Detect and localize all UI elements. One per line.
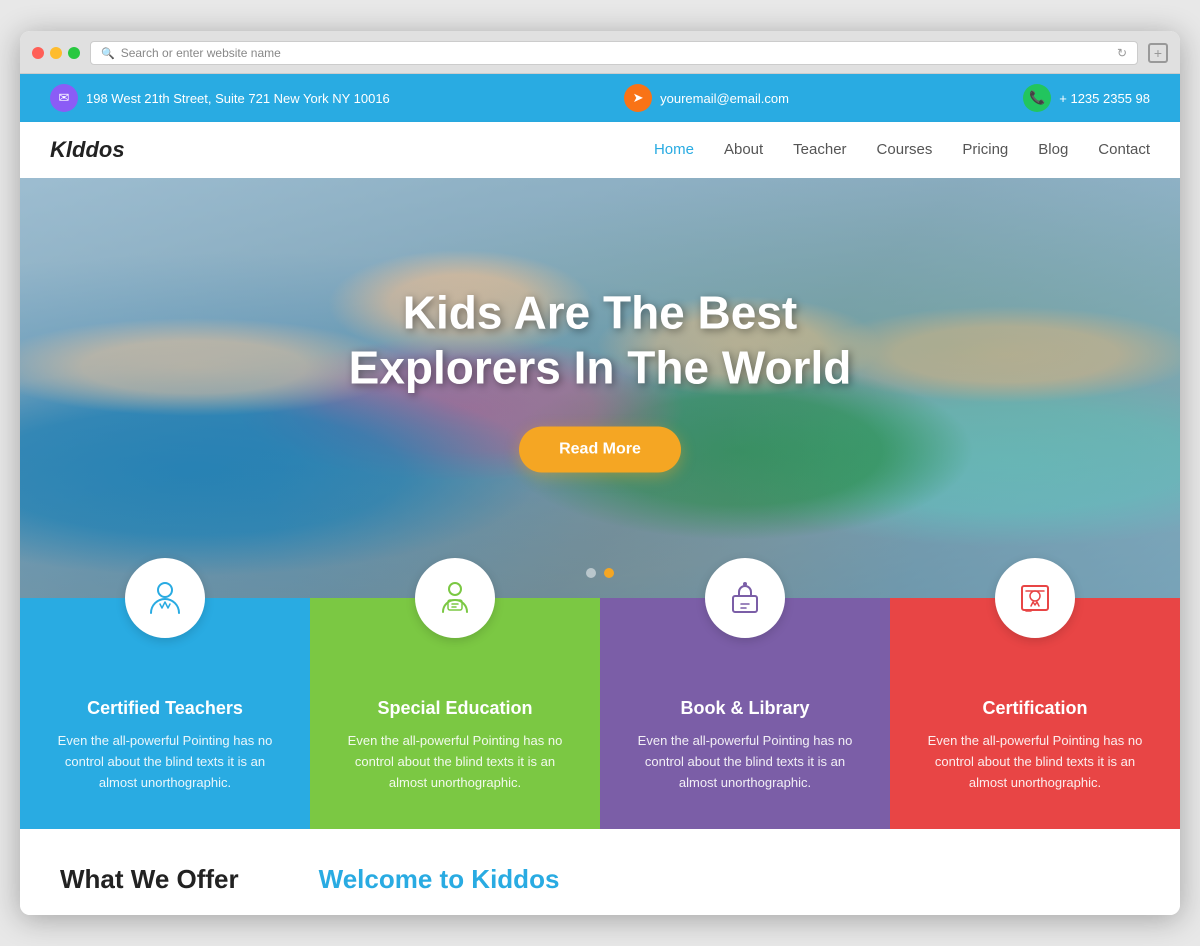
hero-slider-dots [586,568,614,578]
nav-link-courses[interactable]: Courses [877,141,933,158]
new-tab-button[interactable]: + [1148,43,1168,63]
nav-links: Home About Teacher Courses Pricing Blog … [654,141,1150,159]
hero-content: Kids Are The Best Explorers In The World… [250,286,950,472]
search-icon: 🔍 [101,47,115,60]
address-bar[interactable]: 🔍 Search or enter website name ↻ [90,41,1138,65]
nav-link-blog[interactable]: Blog [1038,141,1068,158]
slider-dot-1[interactable] [586,568,596,578]
feature-text-library: Even the all-powerful Pointing has no co… [630,731,860,793]
maximize-dot[interactable] [68,47,80,59]
feature-card-education: Special Education Even the all-powerful … [310,598,600,828]
hero-title: Kids Are The Best Explorers In The World [250,286,950,396]
hero-section: Kids Are The Best Explorers In The World… [20,178,1180,598]
navbar: Klddos Home About Teacher Courses Pricin… [20,122,1180,178]
address-text: Search or enter website name [121,46,1111,60]
feature-text-certification: Even the all-powerful Pointing has no co… [920,731,1150,793]
phone-icon: 📞 [1023,84,1051,112]
phone-text: + 1235 2355 98 [1059,91,1150,106]
feature-text-education: Even the all-powerful Pointing has no co… [340,731,570,793]
welcome-title: Welcome to Kiddos [319,864,560,895]
what-we-offer-title: What We Offer [60,864,239,895]
hero-title-line1: Kids Are The Best [403,287,798,339]
feature-card-teachers: Certified Teachers Even the all-powerful… [20,598,310,828]
nav-item-courses[interactable]: Courses [877,141,933,159]
feature-card-certification: Certification Even the all-powerful Poin… [890,598,1180,828]
feature-title-certification: Certification [920,698,1150,719]
nav-link-home[interactable]: Home [654,141,694,158]
nav-item-teacher[interactable]: Teacher [793,141,846,159]
nav-item-blog[interactable]: Blog [1038,141,1068,159]
top-info-bar: ✉ 198 West 21th Street, Suite 721 New Yo… [20,74,1180,122]
email-icon: ➤ [624,84,652,112]
feature-title-library: Book & Library [630,698,860,719]
address-text: 198 West 21th Street, Suite 721 New York… [86,91,390,106]
nav-link-teacher[interactable]: Teacher [793,141,846,158]
nav-item-pricing[interactable]: Pricing [962,141,1008,159]
slider-dot-2[interactable] [604,568,614,578]
address-item: ✉ 198 West 21th Street, Suite 721 New Yo… [50,84,390,112]
nav-item-home[interactable]: Home [654,141,694,159]
feature-card-library: Book & Library Even the all-powerful Poi… [600,598,890,828]
education-icon-circle [415,558,495,638]
nav-item-about[interactable]: About [724,141,763,159]
certification-icon-circle [995,558,1075,638]
email-text: youremail@email.com [660,91,789,106]
close-dot[interactable] [32,47,44,59]
feature-title-teachers: Certified Teachers [50,698,280,719]
nav-link-contact[interactable]: Contact [1098,141,1150,158]
library-icon-circle [705,558,785,638]
hero-title-line2: Explorers In The World [349,342,852,394]
library-icon [725,578,765,618]
phone-item: 📞 + 1235 2355 98 [1023,84,1150,112]
logo[interactable]: Klddos [50,137,125,163]
nav-link-pricing[interactable]: Pricing [962,141,1008,158]
nav-item-contact[interactable]: Contact [1098,141,1150,159]
browser-window: 🔍 Search or enter website name ↻ + ✉ 198… [20,31,1180,914]
nav-link-about[interactable]: About [724,141,763,158]
browser-chrome: 🔍 Search or enter website name ↻ + [20,31,1180,74]
features-section: Certified Teachers Even the all-powerful… [20,598,1180,828]
email-item: ➤ youremail@email.com [624,84,789,112]
feature-title-education: Special Education [340,698,570,719]
teacher-icon-circle [125,558,205,638]
bottom-teaser: What We Offer Welcome to Kiddos [20,829,1180,915]
certification-icon [1015,578,1055,618]
browser-dots [32,47,80,59]
location-icon: ✉ [50,84,78,112]
education-icon [435,578,475,618]
reload-icon[interactable]: ↻ [1117,46,1127,60]
teacher-icon [145,578,185,618]
hero-read-more-button[interactable]: Read More [519,426,681,472]
minimize-dot[interactable] [50,47,62,59]
feature-text-teachers: Even the all-powerful Pointing has no co… [50,731,280,793]
